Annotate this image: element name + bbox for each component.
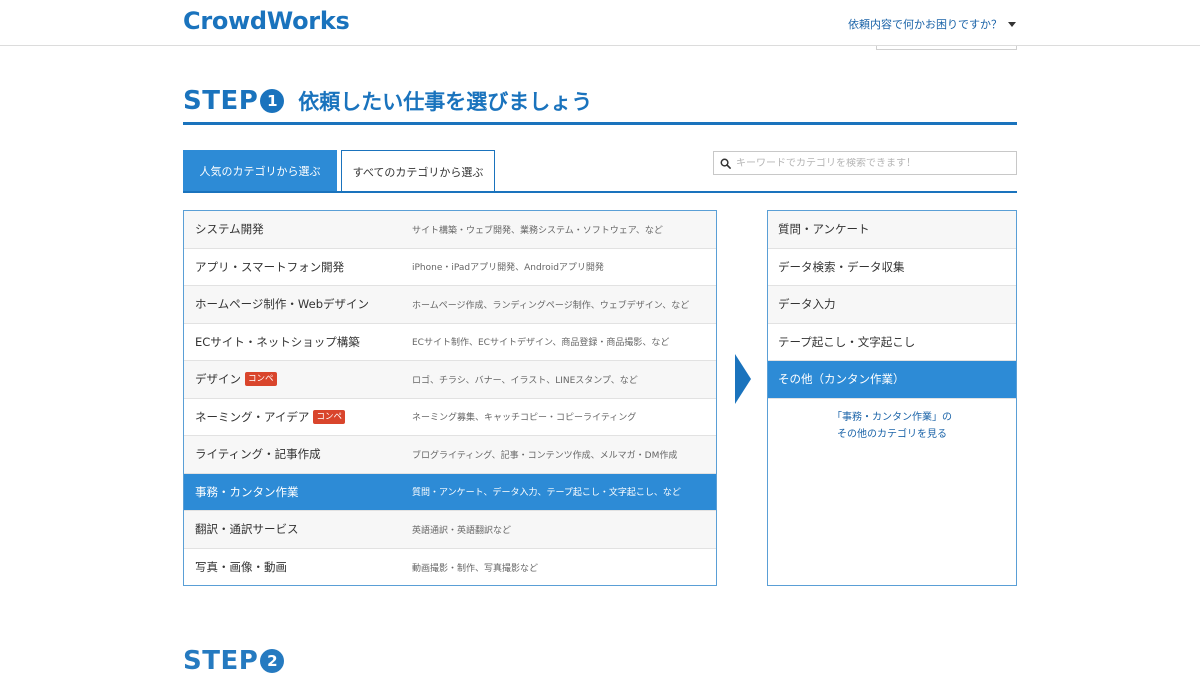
step-label: STEP [183,646,259,676]
category-row-ec[interactable]: ECサイト・ネットショップ構築 ECサイト制作、ECサイトデザイン、商品登録・商… [184,323,716,361]
help-tab-edge [876,46,1017,50]
other-link-line1: 「事務・カンタン作業」の [832,411,952,423]
other-subcategories-link[interactable]: 「事務・カンタン作業」の その他のカテゴリを見る [768,409,1016,443]
category-desc: 英語通訳・英語翻訳など [412,525,512,536]
category-desc: 質問・アンケート、データ入力、テープ起こし・文字起こし、など [412,488,681,499]
category-label: システム開発 [195,222,264,237]
step1-heading: STEP 1 依頼したい仕事を選びましょう [183,86,592,116]
help-dropdown-label: 依頼内容で何かお困りですか？ [848,18,1002,31]
category-row-writing[interactable]: ライティング・記事作成 ブログライティング、記事・コンテンツ作成、メルマガ・DM… [184,436,716,474]
category-label: デザイン [195,372,241,387]
category-desc: 動画撮影・制作、写真撮影など [412,563,539,574]
category-row-office-tasks[interactable]: 事務・カンタン作業 質問・アンケート、データ入力、テープ起こし・文字起こし、など [184,473,716,511]
category-label: ホームページ制作・Webデザイン [195,297,369,312]
search-icon [720,158,731,169]
subcategory-row-selected[interactable]: その他（カンタン作業） [768,361,1016,399]
category-label: 翻訳・通訳サービス [195,522,299,537]
tab-all-categories[interactable]: すべてのカテゴリから選ぶ [341,150,495,192]
subcategory-row[interactable]: テープ起こし・文字起こし [768,323,1016,361]
category-name: ライティング・記事作成 [184,446,412,462]
category-name: 翻訳・通訳サービス [184,521,412,537]
subcategory-row[interactable]: データ検索・データ収集 [768,248,1016,286]
subcategory-row[interactable]: 質問・アンケート [768,211,1016,249]
category-search [713,151,1017,175]
top-bar: CrowdWorks 依頼内容で何かお困りですか？ [0,0,1200,46]
other-link-line2: その他のカテゴリを見る [837,428,947,440]
category-name: ネーミング・アイデア コンペ [184,409,412,425]
caret-down-icon [1008,21,1016,27]
category-desc: ホームページ作成、ランディングページ制作、ウェブデザイン、など [412,300,690,311]
compe-badge: コンペ [245,372,277,387]
category-name: 写真・画像・動画 [184,559,412,575]
step-label: STEP [183,86,259,116]
category-label: 写真・画像・動画 [195,560,287,575]
category-row-web[interactable]: ホームページ制作・Webデザイン ホームページ作成、ランディングページ制作、ウェ… [184,286,716,324]
tab-popular-categories[interactable]: 人気のカテゴリから選ぶ [183,150,337,192]
category-name: デザイン コンペ [184,371,412,387]
category-label: ネーミング・アイデア [195,409,310,424]
category-label: ECサイト・ネットショップ構築 [195,334,360,349]
category-label: アプリ・スマートフォン開発 [195,259,345,274]
step-underline [183,122,1017,125]
category-name: アプリ・スマートフォン開発 [184,259,412,275]
category-desc: ブログライティング、記事・コンテンツ作成、メルマガ・DM作成 [412,450,678,461]
compe-badge: コンペ [313,409,345,424]
step-number-badge: 1 [260,89,285,113]
step-title: 依頼したい仕事を選びましょう [298,90,593,114]
category-desc: ロゴ、チラシ、バナー、イラスト、LINEスタンプ、など [412,375,638,386]
category-label: 事務・カンタン作業 [195,484,299,499]
category-desc: iPhone・iPadアプリ開発、Androidアプリ開発 [412,263,604,274]
step2-heading: STEP 2 [183,646,285,676]
tab-underline [183,191,1017,193]
category-label: ライティング・記事作成 [195,447,321,462]
subcategory-row[interactable]: データ入力 [768,286,1016,324]
category-row-design[interactable]: デザイン コンペ ロゴ、チラシ、バナー、イラスト、LINEスタンプ、など [184,361,716,399]
category-name: システム開発 [184,221,412,237]
search-input[interactable] [736,157,1006,169]
category-row-naming[interactable]: ネーミング・アイデア コンペ ネーミング募集、キャッチコピー・コピーライティング [184,398,716,436]
category-desc: サイト構築・ウェブ開発、業務システム・ソフトウェア、など [412,225,663,236]
subcategory-list: 質問・アンケート データ検索・データ収集 データ入力 テープ起こし・文字起こし … [767,210,1017,586]
category-list: システム開発 サイト構築・ウェブ開発、業務システム・ソフトウェア、など アプリ・… [183,210,717,586]
arrow-right-icon [735,354,751,404]
category-row-translation[interactable]: 翻訳・通訳サービス 英語通訳・英語翻訳など [184,511,716,549]
category-row-app[interactable]: アプリ・スマートフォン開発 iPhone・iPadアプリ開発、Androidアプ… [184,248,716,286]
category-desc: ネーミング募集、キャッチコピー・コピーライティング [412,413,637,424]
category-name: ホームページ制作・Webデザイン [184,296,412,312]
category-desc: ECサイト制作、ECサイトデザイン、商品登録・商品撮影、など [412,338,670,349]
help-dropdown[interactable]: 依頼内容で何かお困りですか？ [848,16,1016,32]
category-name: 事務・カンタン作業 [184,484,412,500]
crowdworks-logo[interactable]: CrowdWorks [183,7,350,35]
category-row-photo-video[interactable]: 写真・画像・動画 動画撮影・制作、写真撮影など [184,548,716,585]
category-row-system[interactable]: システム開発 サイト構築・ウェブ開発、業務システム・ソフトウェア、など [184,211,716,249]
step-number-badge: 2 [260,649,285,673]
category-name: ECサイト・ネットショップ構築 [184,334,412,350]
